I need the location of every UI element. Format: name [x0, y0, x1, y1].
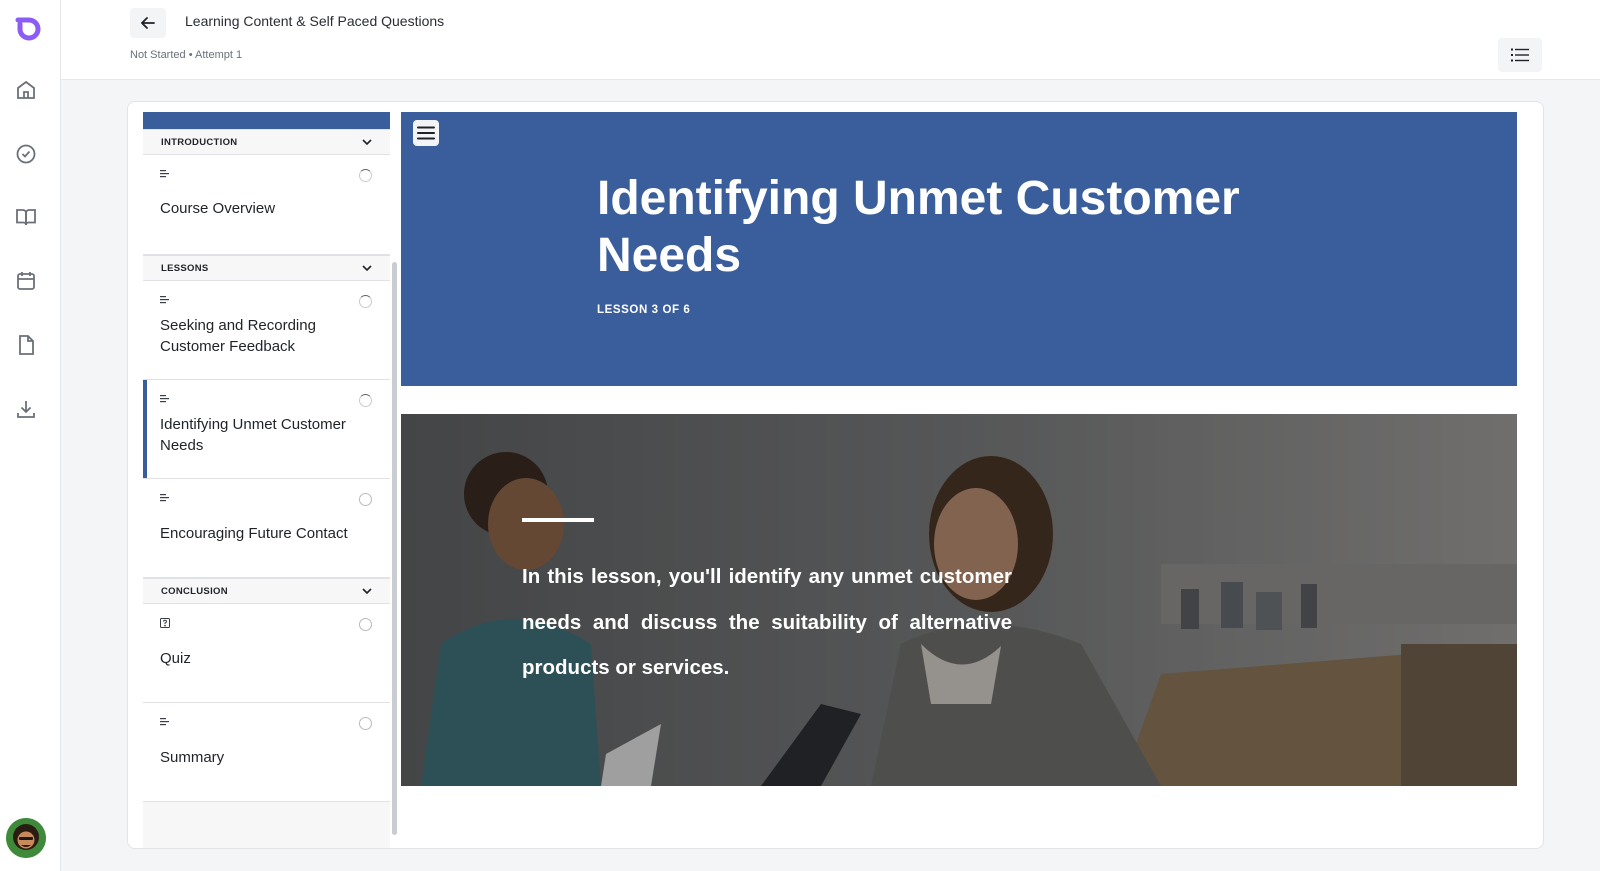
section-label: INTRODUCTION	[161, 136, 238, 148]
text-lesson-icon	[160, 395, 169, 403]
outline-item-title: Summary	[160, 749, 225, 766]
progress-indicator	[359, 493, 372, 506]
intro-divider	[522, 518, 594, 522]
section-label: LESSONS	[161, 262, 209, 274]
chevron-down-icon	[362, 265, 372, 271]
lesson-content: Identifying Unmet Customer Needs LESSON …	[401, 112, 1517, 848]
outline-toggle-button[interactable]	[1498, 38, 1542, 72]
course-title: Learning Content & Self Paced Questions	[185, 13, 445, 29]
outline-item-title: Encouraging Future Contact	[160, 525, 348, 542]
outline-item-summary[interactable]: Summary	[143, 703, 390, 802]
lesson-title: Identifying Unmet Customer Needs	[597, 172, 1240, 282]
sidebar-header-strip	[143, 112, 390, 129]
progress-indicator	[359, 717, 372, 730]
calendar-icon[interactable]	[14, 269, 38, 293]
section-header-conclusion[interactable]: CONCLUSION	[143, 578, 390, 604]
hamburger-icon	[417, 126, 435, 140]
outline-item-seeking-feedback[interactable]: Seeking and Recording Customer Feedback	[143, 281, 390, 380]
outline-item-title: Course Overview	[160, 200, 276, 217]
progress-indicator	[359, 169, 372, 182]
section-header-introduction[interactable]: INTRODUCTION	[143, 129, 390, 155]
section-header-lessons[interactable]: LESSONS	[143, 255, 390, 281]
back-button[interactable]	[130, 8, 166, 38]
outline-item-title: Seeking and Recording Customer Feedback	[160, 317, 316, 355]
progress-indicator	[359, 394, 372, 407]
list-icon	[1511, 48, 1529, 62]
outline-item-title: Identifying Unmet Customer Needs	[160, 416, 346, 454]
chevron-down-icon	[362, 139, 372, 145]
badge-check-icon[interactable]	[14, 142, 38, 166]
document-icon[interactable]	[14, 333, 38, 357]
text-lesson-icon	[160, 494, 169, 502]
arrow-left-icon	[140, 17, 155, 29]
lesson-player: INTRODUCTION Course Overview LESSONS See…	[127, 101, 1544, 849]
app-logo-icon[interactable]	[11, 14, 41, 44]
home-icon[interactable]	[14, 78, 38, 102]
outline-item-future-contact[interactable]: Encouraging Future Contact	[143, 479, 390, 578]
lesson-intro-image: In this lesson, you'll identify any unme…	[401, 414, 1517, 786]
text-lesson-icon	[160, 718, 169, 726]
progress-indicator	[359, 295, 372, 308]
chevron-down-icon	[362, 588, 372, 594]
outline-item-identifying-needs[interactable]: Identifying Unmet Customer Needs	[143, 380, 390, 479]
book-icon[interactable]	[14, 205, 38, 229]
lesson-counter: LESSON 3 OF 6	[597, 304, 691, 316]
outline-item-title: Quiz	[160, 650, 191, 667]
outline-item-quiz[interactable]: Quiz	[143, 604, 390, 703]
text-lesson-icon	[160, 170, 169, 178]
lesson-menu-button[interactable]	[413, 120, 439, 146]
top-bar: Learning Content & Self Paced Questions …	[61, 0, 1600, 80]
lesson-hero: Identifying Unmet Customer Needs LESSON …	[401, 112, 1517, 386]
outline-sidebar: INTRODUCTION Course Overview LESSONS See…	[143, 112, 390, 848]
attempt-status: Not Started • Attempt 1	[130, 49, 243, 61]
progress-indicator	[359, 618, 372, 631]
sidebar-scrollbar[interactable]	[392, 262, 397, 835]
lesson-intro-text: In this lesson, you'll identify any unme…	[522, 565, 1012, 679]
download-icon[interactable]	[14, 397, 38, 421]
quiz-icon	[160, 618, 170, 628]
app-rail	[0, 0, 61, 871]
text-lesson-icon	[160, 296, 169, 304]
section-label: CONCLUSION	[161, 585, 228, 597]
outline-item-course-overview[interactable]: Course Overview	[143, 155, 390, 255]
avatar[interactable]	[6, 818, 46, 858]
